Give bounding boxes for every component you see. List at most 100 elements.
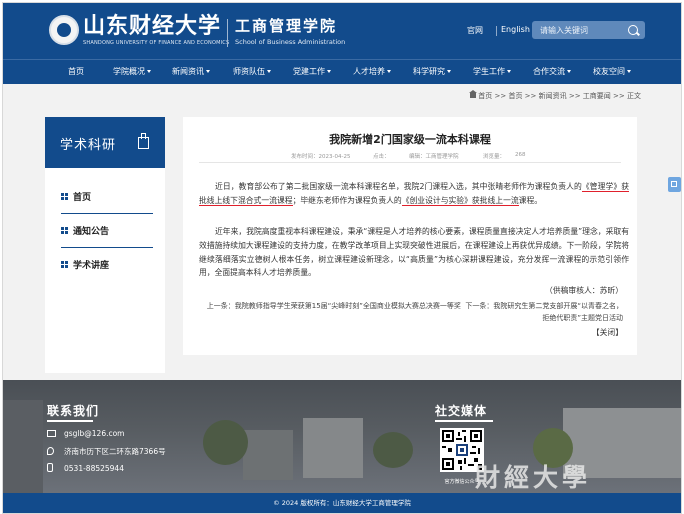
background-building	[303, 418, 363, 478]
phone-icon	[47, 463, 53, 472]
contact-title: 联系我们	[47, 404, 100, 418]
chevron-down-icon	[147, 70, 151, 73]
email-text: gsglb@126.com	[64, 429, 125, 438]
nav-item-about[interactable]: 学院概况	[113, 66, 151, 77]
article-title: 我院新增2门国家级一流本科课程	[329, 133, 491, 146]
nav-item-label: 合作交流	[533, 67, 565, 76]
nav-item-label: 科学研究	[413, 67, 445, 76]
search-box[interactable]	[532, 21, 645, 39]
phone-text: 0531-88525944	[64, 464, 124, 473]
browser-viewport: 山东财经大学 SHANDONG UNIVERSITY OF FINANCE AN…	[2, 2, 682, 514]
background-tree	[373, 432, 413, 468]
nav-item-label: 人才培养	[353, 67, 385, 76]
search-icon[interactable]	[628, 25, 638, 35]
article-date: 发布时间：2023-04-25	[291, 154, 351, 160]
contact-email[interactable]: gsglb@126.com	[47, 429, 125, 438]
nav-item-students[interactable]: 学生工作	[473, 66, 511, 77]
article-paragraph-2: 近年来，我院高度重视本科课程建设，秉承“课程是人才培养的核心要素，课程质量直接决…	[199, 227, 629, 278]
prev-next-links: 上一条：我院教师指导学生荣获第15届“尖峰时刻”全国商业模拟大赛总决赛一等奖 下…	[203, 300, 623, 324]
school-name-cn[interactable]: 工商管理学院	[235, 17, 337, 35]
meta-divider	[199, 162, 621, 163]
background-building	[243, 430, 293, 480]
address-text: 济南市历下区二环东路7366号	[64, 447, 166, 456]
floating-share-icon[interactable]	[668, 177, 681, 192]
building-icon	[138, 133, 149, 149]
nav-item-label: 党建工作	[293, 67, 325, 76]
university-calligraphy-sign: 財經大學	[475, 463, 592, 492]
nav-item-party[interactable]: 党建工作	[293, 66, 331, 77]
official-site-link[interactable]: 官网	[467, 25, 483, 36]
sidebar-header: 学术科研	[45, 117, 165, 168]
chevron-down-icon	[267, 70, 271, 73]
next-article-link[interactable]: 下一条：我院研究生第二党支部开展“以青春之名，拒绝代职责”主题党日活动	[465, 302, 623, 322]
nav-item-news[interactable]: 新闻资讯	[172, 66, 210, 77]
sidebar-item-label: 学术讲座	[73, 261, 110, 271]
nav-item-label: 校友空间	[593, 67, 625, 76]
site-header: 山东财经大学 SHANDONG UNIVERSITY OF FINANCE AN…	[3, 3, 681, 59]
location-icon	[47, 447, 54, 455]
article-clicks: 点击：	[373, 154, 390, 160]
sidebar-divider	[61, 247, 153, 248]
nav-item-cooperation[interactable]: 合作交流	[533, 66, 571, 77]
link-separator	[496, 26, 497, 36]
nav-item-education[interactable]: 人才培养	[353, 66, 391, 77]
grid-icon	[61, 193, 68, 200]
highlighted-course-2: 《创业设计与实验》获批线上一流	[401, 195, 519, 206]
nav-item-home[interactable]: 首页	[68, 66, 84, 77]
nav-item-label: 新闻资讯	[172, 67, 204, 76]
social-title-underline	[435, 420, 493, 422]
university-name-cn[interactable]: 山东财经大学	[83, 13, 221, 39]
grid-icon	[61, 261, 68, 268]
article-editor: 编辑：工商管理学院	[409, 154, 459, 160]
sidebar-divider	[61, 213, 153, 214]
sidebar-item-label: 通知公告	[73, 227, 110, 237]
sidebar: 学术科研 首页 通知公告 学术讲座	[45, 117, 165, 373]
nav-item-alumni[interactable]: 校友空间	[593, 66, 631, 77]
nav-item-label: 学院概况	[113, 67, 145, 76]
search-input[interactable]	[540, 23, 620, 37]
breadcrumb-text[interactable]: 首页 >> 首页 >> 新闻资讯 >> 工商要闻 >> 正文	[478, 92, 641, 100]
contact-title-underline	[47, 420, 93, 422]
nav-item-label: 学生工作	[473, 67, 505, 76]
chevron-down-icon	[507, 70, 511, 73]
paragraph-text: ；毕继东老师作为课程负责人的	[292, 195, 402, 205]
home-icon	[469, 90, 478, 98]
article-paragraph-1: 近日，教育部公布了第二批国家级一流本科课程名单，我院2门课程入选，其中张晴老师作…	[199, 180, 630, 208]
school-name-en: School of Business Administration	[235, 38, 346, 46]
university-emblem-icon[interactable]	[49, 15, 79, 45]
sidebar-item-home[interactable]: 首页	[61, 185, 151, 211]
nav-item-research[interactable]: 科学研究	[413, 66, 451, 77]
social-title: 社交媒体	[435, 404, 488, 418]
main-nav: 首页 学院概况 新闻资讯 师资队伍 党建工作 人才培养 科学研究 学生工作 合作…	[3, 59, 681, 84]
chevron-down-icon	[447, 70, 451, 73]
site-footer: 联系我们 gsglb@126.com 济南市历下区二环东路7366号 0531-…	[3, 380, 681, 493]
chevron-down-icon	[327, 70, 331, 73]
article-panel: 我院新增2门国家级一流本科课程 发布时间：2023-04-25 点击： 编辑：工…	[183, 117, 637, 355]
copyright-bar: © 2024 版权所有：山东财经大学工商管理学院	[3, 493, 681, 513]
nav-item-label: 首页	[68, 67, 84, 76]
grid-icon	[61, 227, 68, 234]
article-signature: （供稿审核人：苏昕）	[545, 286, 623, 295]
article-views-label: 浏览量：	[483, 154, 506, 160]
chevron-down-icon	[206, 70, 210, 73]
logo-divider	[227, 19, 228, 47]
background-building	[3, 400, 43, 493]
university-name-en: SHANDONG UNIVERSITY OF FINANCE AND ECONO…	[83, 40, 230, 46]
close-link[interactable]: 【关闭】	[592, 327, 623, 338]
chevron-down-icon	[387, 70, 391, 73]
prev-article-link[interactable]: 上一条：我院教师指导学生荣获第15届“尖峰时刻”全国商业模拟大赛总决赛一等奖	[207, 302, 461, 310]
sidebar-item-notices[interactable]: 通知公告	[61, 219, 151, 245]
english-link[interactable]: English	[501, 25, 530, 34]
sidebar-item-label: 首页	[73, 193, 92, 203]
article-views: 268	[515, 152, 526, 158]
sidebar-item-lectures[interactable]: 学术讲座	[61, 253, 151, 279]
contact-phone: 0531-88525944	[47, 463, 124, 473]
background-tree	[203, 420, 248, 465]
nav-item-faculty[interactable]: 师资队伍	[233, 66, 271, 77]
chevron-down-icon	[567, 70, 571, 73]
breadcrumb[interactable]: 首页 >> 首页 >> 新闻资讯 >> 工商要闻 >> 正文	[469, 90, 641, 101]
nav-item-label: 师资队伍	[233, 67, 265, 76]
contact-address: 济南市历下区二环东路7366号	[47, 446, 166, 457]
sidebar-title: 学术科研	[60, 138, 117, 153]
paragraph-text: 课程。	[518, 195, 543, 205]
